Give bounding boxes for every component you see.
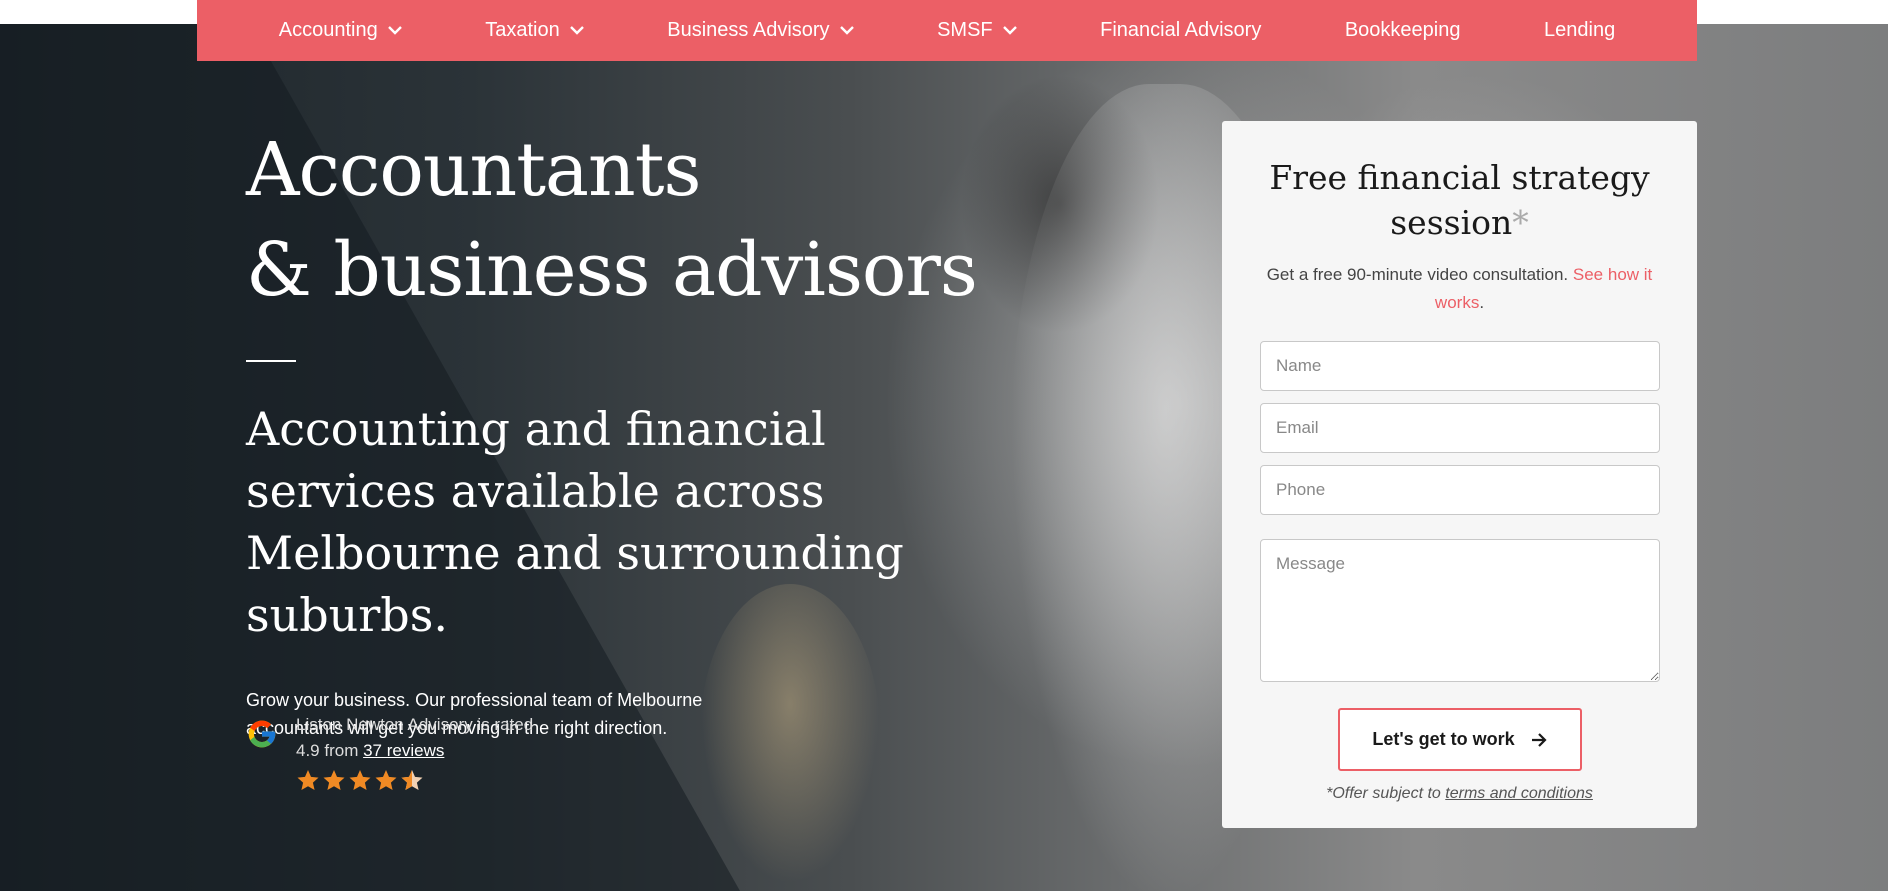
nav-item-taxation[interactable]: Taxation [485,19,584,42]
form-subtitle: Get a free 90-minute video consultation.… [1260,261,1659,317]
hero-copy: Accountants & business advisors Accounti… [246,120,1006,742]
half-star-icon [401,770,423,790]
form-title-asterisk: * [1512,203,1529,242]
chevron-down-icon [1002,26,1017,35]
phone-field[interactable] [1260,465,1660,515]
form-subtitle-text: Get a free 90-minute video consultation. [1266,265,1569,284]
email-field[interactable] [1260,403,1660,453]
message-field[interactable] [1260,539,1660,682]
nav-label: Bookkeeping [1344,19,1461,41]
rating-text: Liston Newton Advisory is rated 4.9 from… [296,712,533,792]
nav-label: Accounting [278,19,378,41]
hero-title-line-2: & business advisors [246,227,978,313]
hero-subtitle: Accounting and financial services availa… [246,402,904,642]
form-title: Free financial strategy session* [1260,155,1659,245]
form-title-text: Free financial strategy session [1269,158,1650,242]
hero-divider [246,360,296,362]
name-field[interactable] [1260,341,1660,391]
nav-item-bookkeeping[interactable]: Bookkeeping [1345,19,1461,42]
nav-label: Lending [1544,19,1616,41]
nav-label: Financial Advisory [1100,19,1262,41]
rating-line-1: Liston Newton Advisory is rated [296,715,534,734]
hero-title: Accountants & business advisors [246,120,1006,320]
offer-text: *Offer subject to [1326,785,1441,802]
form-subtitle-period: . [1479,293,1485,312]
nav-item-lending[interactable]: Lending [1544,19,1615,42]
nav-item-financial-advisory[interactable]: Financial Advisory [1100,19,1261,42]
arrow-right-icon [1531,732,1547,747]
google-rating: Liston Newton Advisory is rated 4.9 from… [246,712,533,792]
nav-label: SMSF [937,19,993,41]
nav-item-business-advisory[interactable]: Business Advisory [667,19,854,42]
reviews-link[interactable]: 37 reviews [363,741,444,760]
nav-item-accounting[interactable]: Accounting [279,19,402,42]
hero-title-line-1: Accountants [246,127,701,213]
chevron-down-icon [839,26,854,35]
nav-label: Business Advisory [667,19,830,41]
rating-score-text: 4.9 from [296,741,359,760]
star-icon [297,770,319,790]
terms-link[interactable]: terms and conditions [1445,785,1593,802]
nav-item-smsf[interactable]: SMSF [937,19,1017,42]
chevron-down-icon [569,26,584,35]
submit-button[interactable]: Let's get to work [1337,708,1582,771]
strategy-session-form: Free financial strategy session* Get a f… [1222,121,1697,828]
star-icon [323,770,345,790]
offer-note: *Offer subject to terms and conditions [1260,785,1659,803]
star-rating [296,768,533,792]
rating-line-2: 4.9 from 37 reviews [296,738,533,764]
main-nav: Accounting Taxation Business Advisory SM… [197,0,1697,61]
star-icon [349,770,371,790]
star-icon [375,770,397,790]
submit-label: Let's get to work [1372,729,1515,749]
nav-label: Taxation [485,19,560,41]
chevron-down-icon [387,26,402,35]
google-g-icon [248,720,276,748]
